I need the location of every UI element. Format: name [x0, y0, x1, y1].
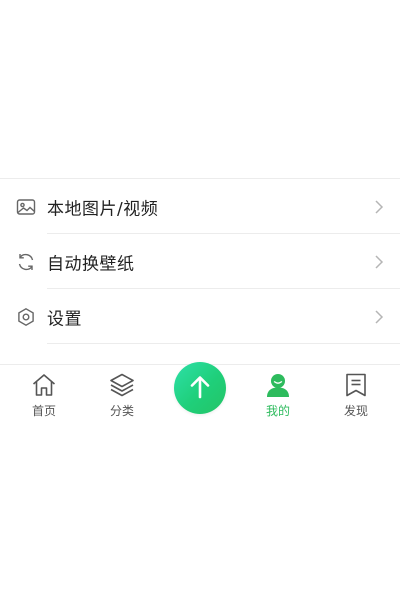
content-area-blank [0, 0, 400, 178]
refresh-icon [16, 252, 36, 272]
gear-icon [16, 307, 36, 327]
menu-item-local-media[interactable]: 本地图片/视频 [0, 179, 400, 234]
chevron-right-icon [374, 199, 384, 215]
upload-arrow-icon [187, 373, 213, 403]
chevron-right-icon [374, 309, 384, 325]
menu-item-label: 自动换壁纸 [47, 254, 135, 274]
settings-menu: 本地图片/视频 自动换壁纸 设置 [0, 179, 400, 344]
tab-label: 首页 [31, 404, 56, 418]
tab-mine[interactable]: 我的 [248, 365, 308, 423]
tab-label: 发现 [343, 404, 368, 418]
menu-item-label: 设置 [47, 309, 82, 329]
home-icon [30, 371, 58, 399]
tab-discover[interactable]: 发现 [326, 365, 386, 423]
user-icon [264, 371, 292, 399]
tab-label: 我的 [265, 404, 290, 418]
layers-icon [108, 371, 136, 399]
tab-label: 分类 [109, 404, 134, 418]
tab-categories[interactable]: 分类 [92, 365, 152, 423]
spacer [0, 344, 400, 364]
bottom-blank-area [0, 423, 400, 600]
chevron-right-icon [374, 254, 384, 270]
bookmark-list-icon [342, 371, 370, 399]
tab-home[interactable]: 首页 [14, 365, 74, 423]
menu-item-settings[interactable]: 设置 [0, 289, 400, 344]
menu-item-label: 本地图片/视频 [47, 199, 159, 219]
menu-item-auto-wallpaper[interactable]: 自动换壁纸 [0, 234, 400, 289]
page: 本地图片/视频 自动换壁纸 设置 首页 分类 我的 发现 [0, 0, 400, 600]
image-icon [16, 197, 36, 217]
upload-button[interactable] [174, 362, 226, 414]
